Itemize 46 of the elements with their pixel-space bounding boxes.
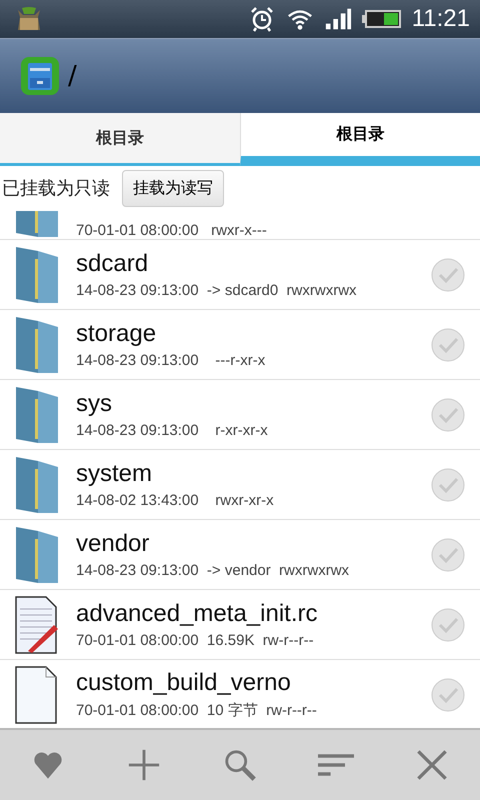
file-row[interactable]: sdcard 14-08-23 09:13:00 -> sdcard0 rwxrwxrwx <box>0 240 480 310</box>
file-name: custom_build_verno <box>76 669 292 697</box>
file-row[interactable]: 70-01-01 08:00:00 rwxr-x--- <box>0 210 480 240</box>
mount-status: 已挂载为只读 <box>2 177 110 200</box>
plus-icon[interactable] <box>126 748 162 782</box>
file-icon <box>14 664 60 724</box>
folder-icon <box>14 244 60 304</box>
folder-icon <box>14 314 60 374</box>
checkmark-circle-icon[interactable] <box>430 606 466 642</box>
folder-icon <box>14 384 60 444</box>
file-name: storage <box>76 320 158 348</box>
checkmark-circle-icon[interactable] <box>430 676 466 712</box>
checkmark-circle-icon[interactable] <box>430 396 466 432</box>
file-details: 14-08-23 09:13:00 r-xr-xr-x <box>76 422 269 439</box>
file-name: sys <box>76 390 113 418</box>
tab[interactable]: 根目录 <box>0 113 240 166</box>
file-details: 14-08-23 09:13:00 -> sdcard0 rwxrwxrwx <box>76 282 358 299</box>
file-details: 70-01-01 08:00:00 rwxr-x--- <box>76 222 268 239</box>
text-file-pencil-icon <box>14 594 60 654</box>
file-row[interactable]: system 14-08-02 13:43:00 rwxr-xr-x <box>0 450 480 520</box>
file-name: vendor <box>76 530 150 558</box>
file-row[interactable]: vendor 14-08-23 09:13:00 -> vendor rwxrwxrwx <box>0 520 480 590</box>
folder-icon <box>14 454 60 514</box>
clock-time: 11:21 <box>412 5 470 33</box>
tab[interactable]: 根目录 <box>240 113 480 166</box>
file-name: sdcard <box>76 250 150 278</box>
file-details: 70-01-01 08:00:00 16.59K rw-r--r-- <box>76 632 315 649</box>
mount-read-write-button[interactable]: 挂载为读写 <box>122 170 224 206</box>
file-row[interactable]: advanced_meta_init.rc 70-01-01 08:00:00 16.59K rw-r--r-- <box>0 590 480 660</box>
file-row[interactable]: sys 14-08-23 09:13:00 r-xr-xr-x <box>0 380 480 450</box>
checkmark-circle-icon[interactable] <box>430 326 466 362</box>
file-details: 14-08-02 13:43:00 rwxr-xr-x <box>76 492 275 509</box>
current-path: / <box>68 61 77 91</box>
battery-icon <box>362 9 402 29</box>
file-details: 14-08-23 09:13:00 -> vendor rwxrwxrwx <box>76 562 350 579</box>
file-name: advanced_meta_init.rc <box>76 600 318 628</box>
file-details: 14-08-23 09:13:00 ---r-xr-x <box>76 352 266 369</box>
file-cabinet-icon[interactable] <box>20 56 60 96</box>
file-name: system <box>76 460 154 488</box>
signal-icon <box>324 6 352 32</box>
file-row[interactable]: storage 14-08-23 09:13:00 ---r-xr-x <box>0 310 480 380</box>
file-details: 70-01-01 08:00:00 10 字节 rw-r--r-- <box>76 701 318 720</box>
checkmark-circle-icon[interactable] <box>430 466 466 502</box>
checkmark-circle-icon[interactable] <box>430 256 466 292</box>
folder-icon <box>14 524 60 584</box>
checkmark-circle-icon[interactable] <box>430 536 466 572</box>
